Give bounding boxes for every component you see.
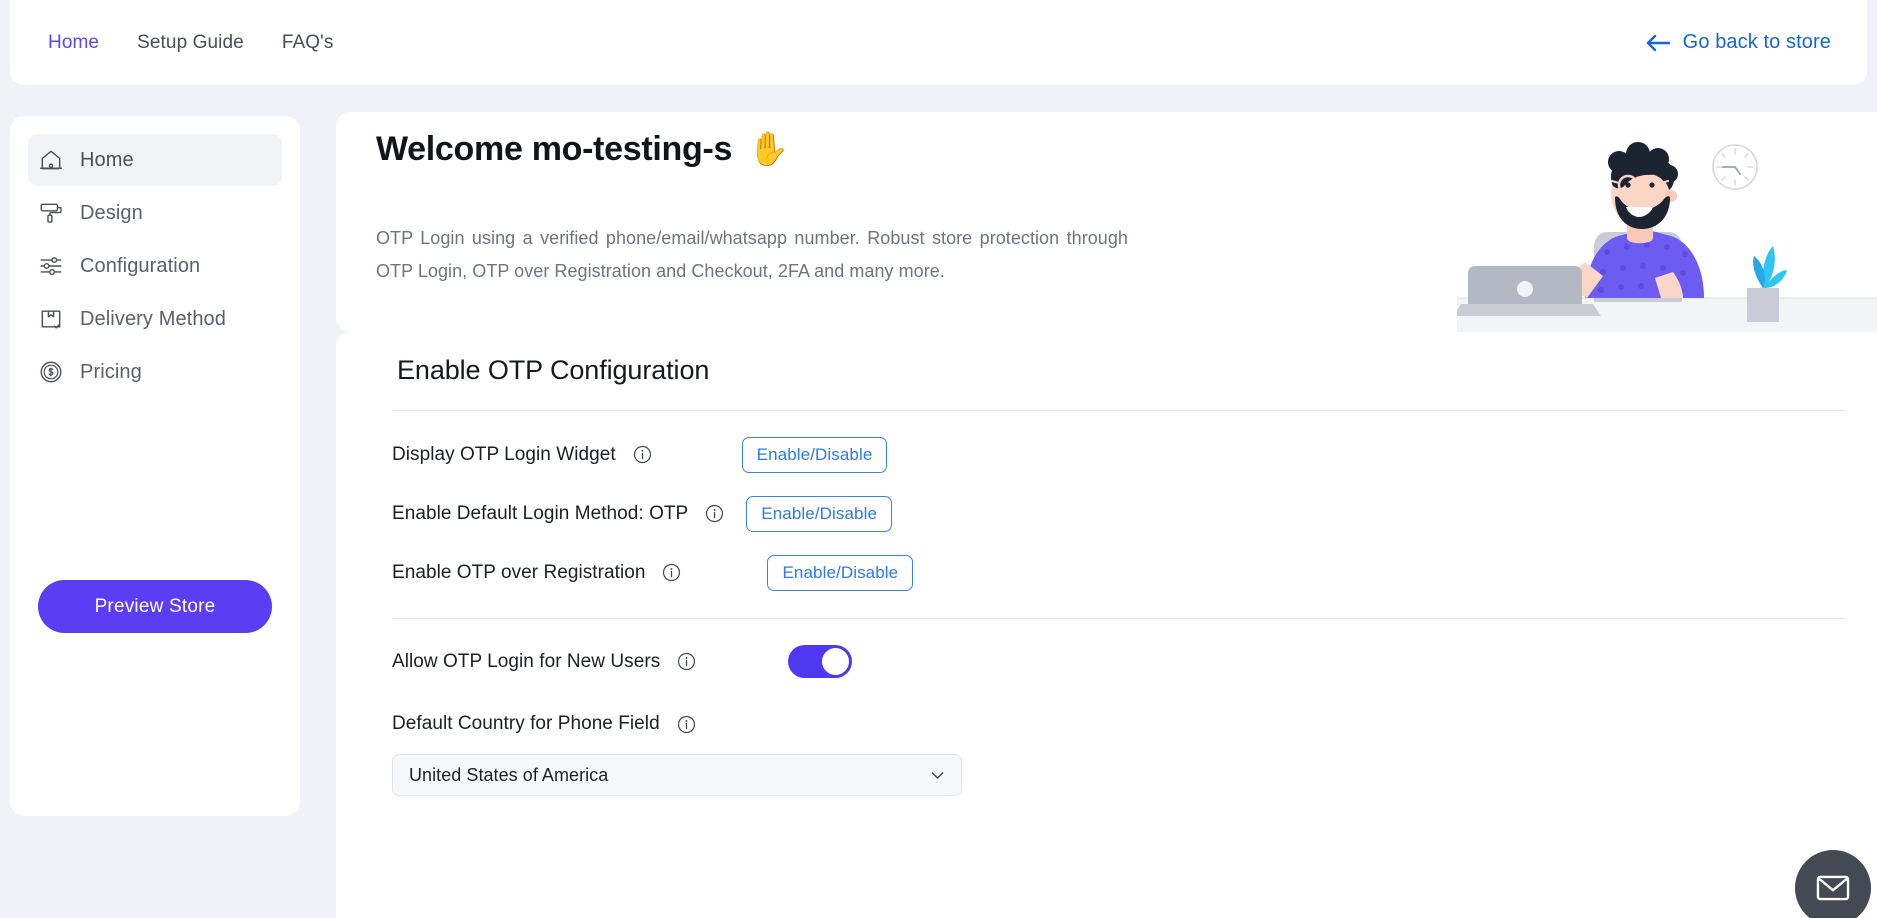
page-title: Enable OTP Configuration	[366, 332, 1847, 386]
welcome-title-text: Welcome mo-testing-s	[376, 130, 732, 169]
config-rows: Display OTP Login Widget Enable/Disable …	[366, 425, 1847, 796]
row-label: Enable Default Login Method: OTP	[392, 503, 688, 525]
welcome-description: OTP Login using a verified phone/email/w…	[376, 222, 1128, 288]
chevron-down-icon	[929, 767, 946, 784]
enable-disable-display-widget-button[interactable]: Enable/Disable	[742, 437, 888, 473]
chat-support-button[interactable]	[1795, 850, 1871, 918]
row-label: Enable OTP over Registration	[392, 562, 645, 584]
divider-top	[392, 410, 1845, 411]
row-label-wrap: Allow OTP Login for New Users	[392, 651, 696, 673]
sidebar-item-delivery-method-label: Delivery Method	[80, 308, 226, 331]
package-check-icon	[38, 306, 64, 332]
row-enable-otp-over-registration: Enable OTP over Registration Enable/Disa…	[366, 543, 1847, 602]
top-bar: Home Setup Guide FAQ's Go back to store	[10, 0, 1867, 85]
sidebar-item-pricing-label: Pricing	[80, 361, 142, 384]
sidebar-item-configuration-label: Configuration	[80, 255, 200, 278]
row-enable-default-login-method: Enable Default Login Method: OTP Enable/…	[366, 484, 1847, 543]
row-control-wrap	[788, 645, 852, 678]
info-icon[interactable]	[662, 563, 681, 582]
row-label: Allow OTP Login for New Users	[392, 651, 660, 673]
enable-disable-default-login-method-button[interactable]: Enable/Disable	[746, 496, 892, 532]
tab-home[interactable]: Home	[46, 28, 101, 58]
info-icon[interactable]	[633, 445, 652, 464]
allow-otp-login-new-users-toggle[interactable]	[788, 645, 852, 678]
man-at-laptop-illustration	[1457, 112, 1877, 332]
info-icon[interactable]	[677, 652, 696, 671]
info-icon[interactable]	[705, 504, 724, 523]
home-icon	[38, 147, 64, 173]
row-control-wrap: Enable/Disable	[767, 555, 913, 591]
envelope-icon	[1814, 869, 1852, 907]
sidebar-item-design-label: Design	[80, 202, 143, 225]
arrow-left-icon	[1645, 33, 1671, 53]
top-nav: Home Setup Guide FAQ's	[46, 28, 335, 58]
sidebar-item-delivery-method[interactable]: Delivery Method	[28, 293, 282, 345]
tab-setup-guide[interactable]: Setup Guide	[135, 28, 246, 58]
info-icon[interactable]	[677, 715, 696, 734]
row-control-wrap: Enable/Disable	[746, 496, 892, 532]
sidebar-item-design[interactable]: Design	[28, 187, 282, 239]
sliders-icon	[38, 253, 64, 279]
row-label: Display OTP Login Widget	[392, 444, 616, 466]
toggle-knob	[822, 648, 849, 675]
row-label-wrap: Enable OTP over Registration	[392, 562, 681, 584]
row-label-wrap: Display OTP Login Widget	[392, 444, 652, 466]
default-country-selected-value: United States of America	[409, 765, 608, 786]
wave-hand-icon: ✋	[748, 130, 789, 169]
row-allow-otp-login-new-users: Allow OTP Login for New Users	[366, 619, 1847, 704]
coin-dollar-icon	[38, 359, 64, 385]
paint-roller-icon	[38, 200, 64, 226]
row-display-otp-login-widget: Display OTP Login Widget Enable/Disable	[366, 425, 1847, 484]
row-label-wrap: Enable Default Login Method: OTP	[392, 503, 724, 525]
sidebar-item-home[interactable]: Home	[28, 134, 282, 186]
sidebar-item-home-label: Home	[80, 149, 134, 172]
go-back-to-store-label: Go back to store	[1683, 31, 1831, 54]
enable-disable-otp-over-registration-button[interactable]: Enable/Disable	[767, 555, 913, 591]
welcome-title: Welcome mo-testing-s ✋	[376, 130, 789, 169]
welcome-card: Welcome mo-testing-s ✋ OTP Login using a…	[336, 112, 1877, 332]
enable-otp-configuration-card: Enable OTP Configuration Display OTP Log…	[336, 332, 1877, 918]
sidebar-item-configuration[interactable]: Configuration	[28, 240, 282, 292]
row-label-wrap: Default Country for Phone Field	[392, 713, 696, 735]
sidebar: Home Design Configuration Delivery Metho…	[10, 116, 300, 816]
row-control-wrap: Enable/Disable	[742, 437, 888, 473]
tab-faqs[interactable]: FAQ's	[280, 28, 336, 58]
preview-store-button[interactable]: Preview Store	[38, 580, 272, 633]
default-country-select[interactable]: United States of America	[392, 754, 962, 796]
sidebar-item-pricing[interactable]: Pricing	[28, 346, 282, 398]
row-label: Default Country for Phone Field	[392, 713, 660, 735]
default-country-select-wrap: United States of America	[392, 754, 962, 796]
go-back-to-store-link[interactable]: Go back to store	[1645, 31, 1831, 54]
row-default-country-label: Default Country for Phone Field	[366, 704, 1847, 744]
